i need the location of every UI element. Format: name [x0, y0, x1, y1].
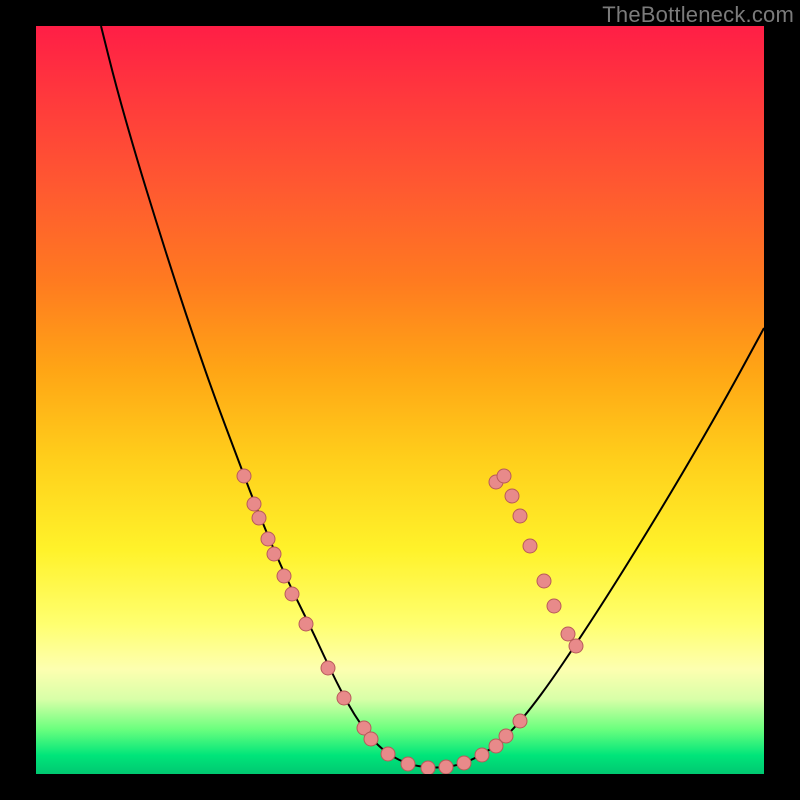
chart-frame: TheBottleneck.com: [0, 0, 800, 800]
plot-area: [36, 26, 764, 774]
data-marker: [569, 639, 583, 653]
data-marker: [439, 760, 453, 774]
data-marker: [261, 532, 275, 546]
data-marker: [421, 761, 435, 774]
data-marker: [513, 509, 527, 523]
data-marker: [277, 569, 291, 583]
chart-svg: [36, 26, 764, 774]
data-marker: [475, 748, 489, 762]
data-marker: [299, 617, 313, 631]
data-marker: [561, 627, 575, 641]
data-marker: [537, 574, 551, 588]
data-marker: [499, 729, 513, 743]
data-marker: [547, 599, 561, 613]
data-marker: [247, 497, 261, 511]
data-marker: [457, 756, 471, 770]
data-marker: [337, 691, 351, 705]
data-marker: [364, 732, 378, 746]
data-marker: [505, 489, 519, 503]
bottleneck-curve: [101, 26, 764, 768]
data-marker: [252, 511, 266, 525]
data-marker: [513, 714, 527, 728]
data-marker: [321, 661, 335, 675]
data-marker: [285, 587, 299, 601]
data-marker: [237, 469, 251, 483]
markers-group: [237, 469, 583, 774]
data-marker: [401, 757, 415, 771]
data-marker: [267, 547, 281, 561]
data-marker: [381, 747, 395, 761]
data-marker: [497, 469, 511, 483]
watermark-text: TheBottleneck.com: [602, 2, 794, 28]
data-marker: [523, 539, 537, 553]
